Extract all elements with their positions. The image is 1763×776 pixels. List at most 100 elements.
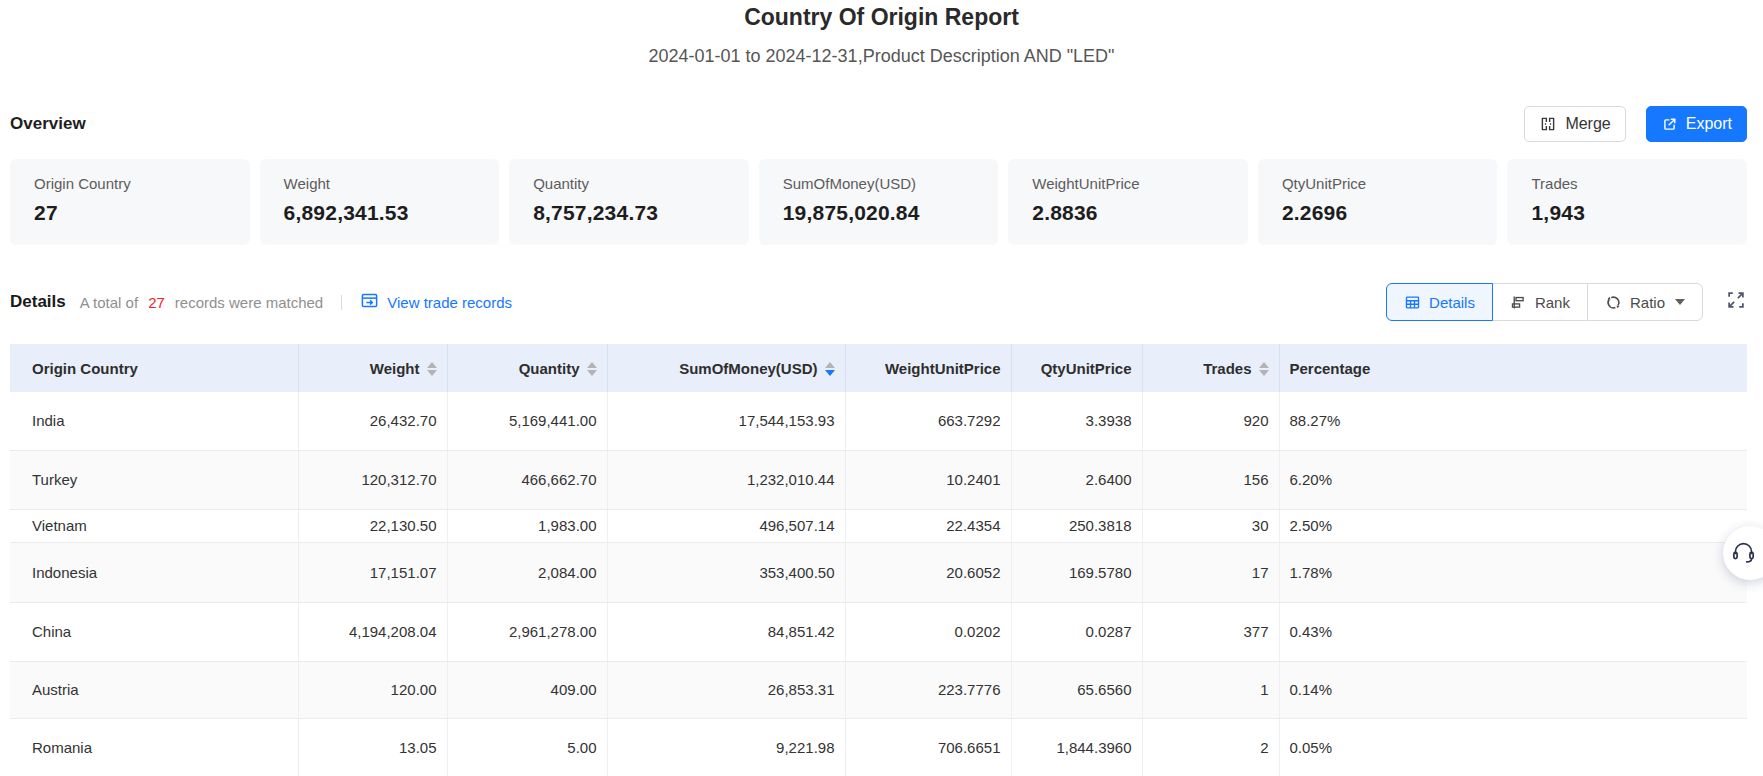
details-section-title: Details: [10, 292, 66, 312]
table-row-turkey: Turkey120,312.70466,662.701,232,010.4410…: [10, 450, 1747, 509]
cell-trades: 30: [1142, 509, 1279, 542]
column-header-origin-country: Origin Country: [10, 344, 298, 392]
sort-icon: [427, 362, 437, 377]
table-header-row: Origin Country Weight Quantity SumOfMoney(U…: [10, 344, 1747, 392]
card-value: 8,757,234.73: [533, 201, 725, 225]
column-header-quantity[interactable]: Quantity: [447, 344, 607, 392]
overview-section-title: Overview: [10, 114, 86, 134]
column-header-sumofmoney-usd-[interactable]: SumOfMoney(USD): [607, 344, 845, 392]
card-value: 19,875,020.84: [783, 201, 975, 225]
cell-trades: 1: [1142, 661, 1279, 718]
cell-quantity: 2,961,278.00: [447, 602, 607, 661]
cell-sumofmoney-usd-: 1,232,010.44: [607, 450, 845, 509]
table-row-indonesia: Indonesia17,151.072,084.00353,400.5020.6…: [10, 542, 1747, 602]
tab-details[interactable]: Details: [1386, 283, 1493, 321]
column-label: WeightUnitPrice: [885, 360, 1001, 377]
cell-weightunitprice: 0.0202: [845, 602, 1011, 661]
card-label: SumOfMoney(USD): [783, 174, 975, 193]
fullscreen-button[interactable]: [1725, 289, 1747, 315]
tab-rank[interactable]: Rank: [1492, 283, 1588, 321]
cell-weightunitprice: 706.6651: [845, 718, 1011, 776]
cell-origin-country: Austria: [10, 661, 298, 718]
column-header-qtyunitprice: QtyUnitPrice: [1011, 344, 1142, 392]
view-trade-records-link[interactable]: View trade records: [360, 291, 512, 313]
cell-quantity: 5,169,441.00: [447, 392, 607, 450]
cell-trades: 377: [1142, 602, 1279, 661]
cell-quantity: 466,662.70: [447, 450, 607, 509]
cell-weightunitprice: 22.4354: [845, 509, 1011, 542]
cell-origin-country: Romania: [10, 718, 298, 776]
merge-button[interactable]: Merge: [1524, 106, 1625, 142]
column-label: Quantity: [519, 360, 580, 377]
cell-weight: 120.00: [298, 661, 447, 718]
cell-sumofmoney-usd-: 26,853.31: [607, 661, 845, 718]
match-summary: A total of27records were matched: [80, 294, 323, 311]
tab-ratio[interactable]: Ratio: [1587, 283, 1703, 321]
tab-label: Ratio: [1630, 294, 1665, 311]
card-value: 1,943: [1531, 201, 1723, 225]
cell-percentage: 1.78%: [1279, 542, 1747, 602]
column-label: Origin Country: [32, 360, 138, 377]
overview-card-trades: Trades 1,943: [1507, 159, 1747, 245]
column-label: Trades: [1203, 360, 1251, 377]
cell-qtyunitprice: 1,844.3960: [1011, 718, 1142, 776]
match-count: 27: [138, 294, 175, 311]
cell-sumofmoney-usd-: 9,221.98: [607, 718, 845, 776]
cell-weight: 22,130.50: [298, 509, 447, 542]
card-label: Quantity: [533, 174, 725, 193]
sort-icon: [825, 362, 835, 377]
cell-weightunitprice: 10.2401: [845, 450, 1011, 509]
cell-origin-country: Vietnam: [10, 509, 298, 542]
column-header-trades[interactable]: Trades: [1142, 344, 1279, 392]
cell-weight: 4,194,208.04: [298, 602, 447, 661]
cell-weight: 17,151.07: [298, 542, 447, 602]
column-label: QtyUnitPrice: [1041, 360, 1132, 377]
table-row-vietnam: Vietnam22,130.501,983.00496,507.1422.435…: [10, 509, 1747, 542]
card-label: Trades: [1531, 174, 1723, 193]
cell-percentage: 0.43%: [1279, 602, 1747, 661]
headset-icon: [1730, 538, 1757, 569]
overview-cards: Origin Country27Weight6,892,341.53Quanti…: [10, 159, 1747, 245]
export-icon: [1661, 116, 1678, 133]
cell-percentage: 6.20%: [1279, 450, 1747, 509]
overview-card-qtyunitprice: QtyUnitPrice2.2696: [1258, 159, 1498, 245]
card-value: 2.8836: [1032, 201, 1224, 225]
match-prefix: A total of: [80, 294, 138, 311]
details-toolbar: Details A total of27records were matched…: [10, 283, 1747, 321]
window-arrow-icon: [360, 291, 379, 313]
origin-country-table: Origin Country Weight Quantity SumOfMoney(U…: [10, 344, 1747, 776]
cell-sumofmoney-usd-: 17,544,153.93: [607, 392, 845, 450]
cell-percentage: 0.05%: [1279, 718, 1747, 776]
tab-label: Details: [1429, 294, 1475, 311]
merge-icon: [1539, 115, 1557, 133]
overview-card-weightunitprice: WeightUnitPrice2.8836: [1008, 159, 1248, 245]
cell-origin-country: China: [10, 602, 298, 661]
merge-button-label: Merge: [1565, 115, 1610, 133]
column-header-weight[interactable]: Weight: [298, 344, 447, 392]
cell-trades: 17: [1142, 542, 1279, 602]
cell-sumofmoney-usd-: 496,507.14: [607, 509, 845, 542]
cell-origin-country: Turkey: [10, 450, 298, 509]
overview-card-sumofmoney-usd-: SumOfMoney(USD) 19,875,020.84: [759, 159, 999, 245]
column-header-percentage: Percentage: [1279, 344, 1747, 392]
export-button[interactable]: Export: [1646, 106, 1747, 142]
details-right: Details Rank Ratio: [1386, 283, 1747, 321]
cell-qtyunitprice: 0.0287: [1011, 602, 1142, 661]
toolbar-actions: Merge Export: [1524, 106, 1747, 142]
column-header-weightunitprice: WeightUnitPrice: [845, 344, 1011, 392]
card-value: 2.2696: [1282, 201, 1474, 225]
cell-weight: 13.05: [298, 718, 447, 776]
cell-quantity: 2,084.00: [447, 542, 607, 602]
cell-sumofmoney-usd-: 353,400.50: [607, 542, 845, 602]
cell-weightunitprice: 223.7776: [845, 661, 1011, 718]
table-row-romania: Romania13.055.009,221.98706.66511,844.39…: [10, 718, 1747, 776]
cell-qtyunitprice: 3.3938: [1011, 392, 1142, 450]
cell-percentage: 88.27%: [1279, 392, 1747, 450]
overview-card-origin-country: Origin Country27: [10, 159, 250, 245]
rank-icon: [1510, 294, 1527, 311]
card-label: Origin Country: [34, 174, 226, 193]
cell-origin-country: India: [10, 392, 298, 450]
cell-qtyunitprice: 65.6560: [1011, 661, 1142, 718]
cell-quantity: 409.00: [447, 661, 607, 718]
sort-icon: [587, 362, 597, 377]
